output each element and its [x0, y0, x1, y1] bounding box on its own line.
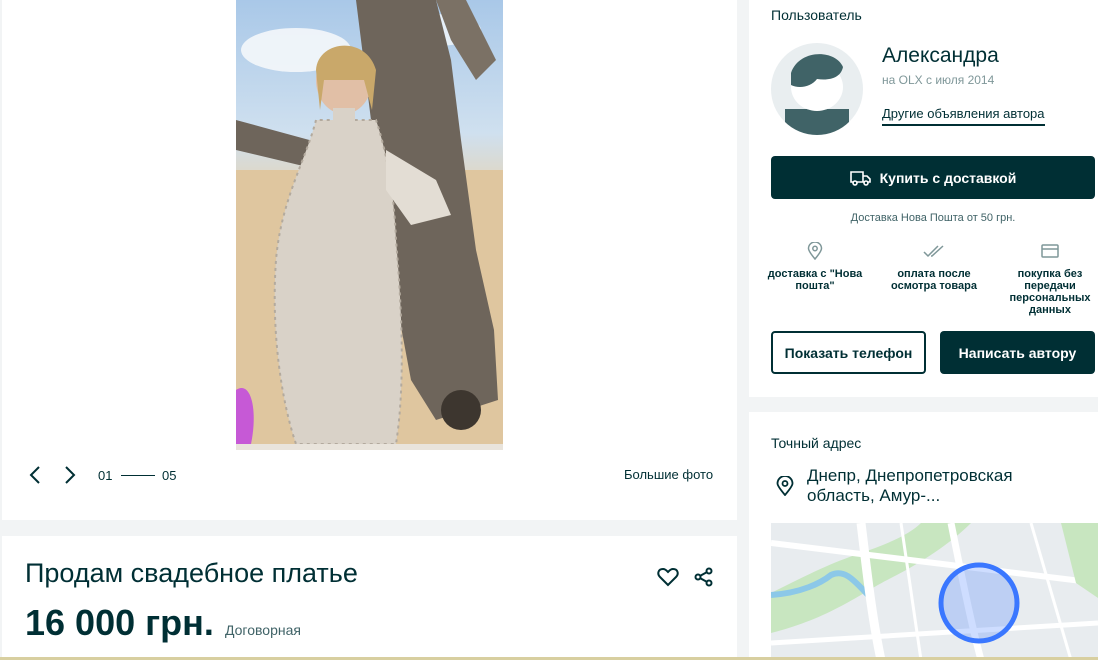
photo-bottom-edge — [236, 444, 503, 450]
photo-counter-total: 05 — [162, 468, 177, 483]
negotiable-label: Договорная — [225, 622, 301, 638]
location-pin-icon — [776, 476, 794, 496]
buy-with-delivery-label: Купить с доставкой — [879, 169, 1017, 186]
prev-photo-button[interactable] — [23, 462, 47, 488]
double-check-icon — [923, 245, 944, 258]
seller-since: на OLX с июля 2014 — [882, 73, 995, 87]
photo-counter-divider — [121, 475, 155, 476]
chevron-right-icon — [65, 466, 76, 484]
feature-label: оплата после осмотра товара — [891, 268, 977, 292]
avatar — [771, 43, 863, 135]
feature-label: покупка без передачи персональных данных — [1009, 268, 1091, 316]
big-photos-link[interactable]: Большие фото — [624, 467, 713, 482]
card-icon — [1041, 244, 1059, 258]
next-photo-button[interactable] — [58, 462, 82, 488]
feature-nova-poshta: доставка с "Нова пошта" — [761, 240, 869, 292]
address-map[interactable] — [771, 523, 1098, 660]
share-button[interactable] — [691, 564, 717, 590]
listing-photo[interactable] — [236, 0, 503, 444]
ad-price: 16 000 грн. — [25, 602, 214, 643]
address-text: Днепр, Днепропетровская область, Амур-..… — [807, 466, 1013, 505]
delivery-note: Доставка Нова Пошта от 50 грн. — [850, 212, 1016, 224]
share-icon — [694, 567, 713, 587]
address-card: Точный адрес Днепр, Днепропетровская обл… — [749, 412, 1098, 660]
feature-no-personal-data: покупка без передачи персональных данных — [996, 240, 1098, 316]
favorite-button[interactable] — [655, 564, 681, 590]
photo-gallery: 01 05 Большие фото — [2, 0, 737, 520]
ad-summary: Продам свадебное платье 16 000 грн. Дого… — [2, 536, 737, 660]
address-section-label: Точный адрес — [771, 435, 862, 451]
feature-pay-after-inspection: оплата после осмотра товара — [880, 240, 988, 292]
write-author-button[interactable]: Написать автору — [940, 331, 1095, 374]
seller-section-label: Пользователь — [771, 7, 862, 23]
photo-counter-current: 01 — [98, 468, 113, 483]
ad-title: Продам свадебное платье — [25, 558, 358, 588]
seller-name: Александра — [882, 44, 999, 67]
feature-label: доставка с "Нова пошта" — [767, 268, 863, 292]
buy-with-delivery-button[interactable]: Купить с доставкой — [771, 156, 1095, 199]
show-phone-button[interactable]: Показать телефон — [771, 331, 926, 374]
location-pin-icon — [807, 242, 823, 260]
seller-other-ads-link[interactable]: Другие объявления автора — [882, 106, 1045, 126]
chevron-left-icon — [29, 466, 40, 484]
heart-icon — [657, 567, 679, 587]
seller-card: Пользователь Александра на OLX с июля 20… — [749, 0, 1098, 397]
truck-icon — [849, 170, 871, 186]
